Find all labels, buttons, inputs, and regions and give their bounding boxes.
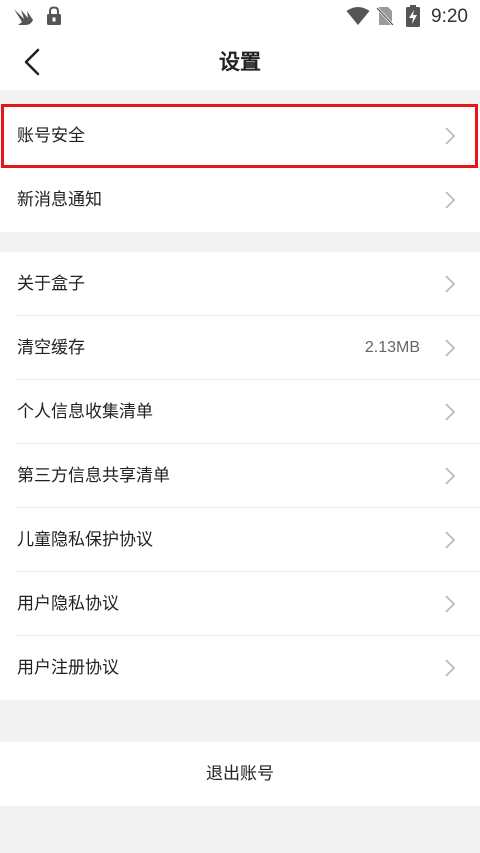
settings-item-third-party-sharing-list[interactable]: 第三方信息共享清单 (0, 444, 480, 508)
settings-item-user-privacy[interactable]: 用户隐私协议 (0, 572, 480, 636)
logout-label: 退出账号 (206, 764, 274, 784)
settings-item-label: 儿童隐私保护协议 (17, 530, 153, 550)
battery-charging-icon (406, 5, 420, 31)
settings-item-account-security[interactable]: 账号安全 (0, 104, 480, 168)
settings-item-label: 新消息通知 (17, 190, 102, 210)
chevron-right-icon (444, 274, 456, 294)
settings-item-about[interactable]: 关于盒子 (0, 252, 480, 316)
settings-group-account: 账号安全 新消息通知 (0, 104, 480, 232)
settings-item-label: 用户注册协议 (17, 658, 119, 678)
chevron-right-icon (444, 126, 456, 146)
settings-item-label: 账号安全 (17, 126, 85, 146)
settings-item-clear-cache[interactable]: 清空缓存 2.13MB (0, 316, 480, 380)
no-sim-icon (376, 6, 394, 30)
chevron-right-icon (444, 658, 456, 678)
settings-item-label: 清空缓存 (17, 338, 85, 358)
status-bar: 9:20 (0, 0, 480, 34)
settings-group-info: 关于盒子 清空缓存 2.13MB 个人信息收集清单 第三方信息共享清单 儿童隐私… (0, 252, 480, 700)
chevron-right-icon (444, 190, 456, 210)
settings-item-personal-info-list[interactable]: 个人信息收集清单 (0, 380, 480, 444)
chevron-right-icon (444, 530, 456, 550)
chevron-right-icon (444, 338, 456, 358)
cache-size-value: 2.13MB (364, 339, 420, 356)
bird-app-icon (12, 6, 36, 32)
chevron-right-icon (444, 402, 456, 422)
settings-item-children-privacy[interactable]: 儿童隐私保护协议 (0, 508, 480, 572)
lock-notification-icon (46, 6, 62, 30)
wifi-icon (346, 6, 370, 30)
settings-item-message-notification[interactable]: 新消息通知 (0, 168, 480, 232)
settings-item-label: 个人信息收集清单 (17, 402, 153, 422)
app-header: 设置 (0, 34, 480, 90)
settings-item-user-registration[interactable]: 用户注册协议 (0, 636, 480, 700)
settings-item-label: 用户隐私协议 (17, 594, 119, 614)
settings-item-label: 关于盒子 (17, 274, 85, 294)
status-time: 9:20 (431, 6, 468, 27)
chevron-right-icon (444, 466, 456, 486)
chevron-right-icon (444, 594, 456, 614)
logout-button[interactable]: 退出账号 (0, 742, 480, 806)
settings-item-label: 第三方信息共享清单 (17, 466, 170, 486)
page-title: 设置 (219, 50, 261, 74)
